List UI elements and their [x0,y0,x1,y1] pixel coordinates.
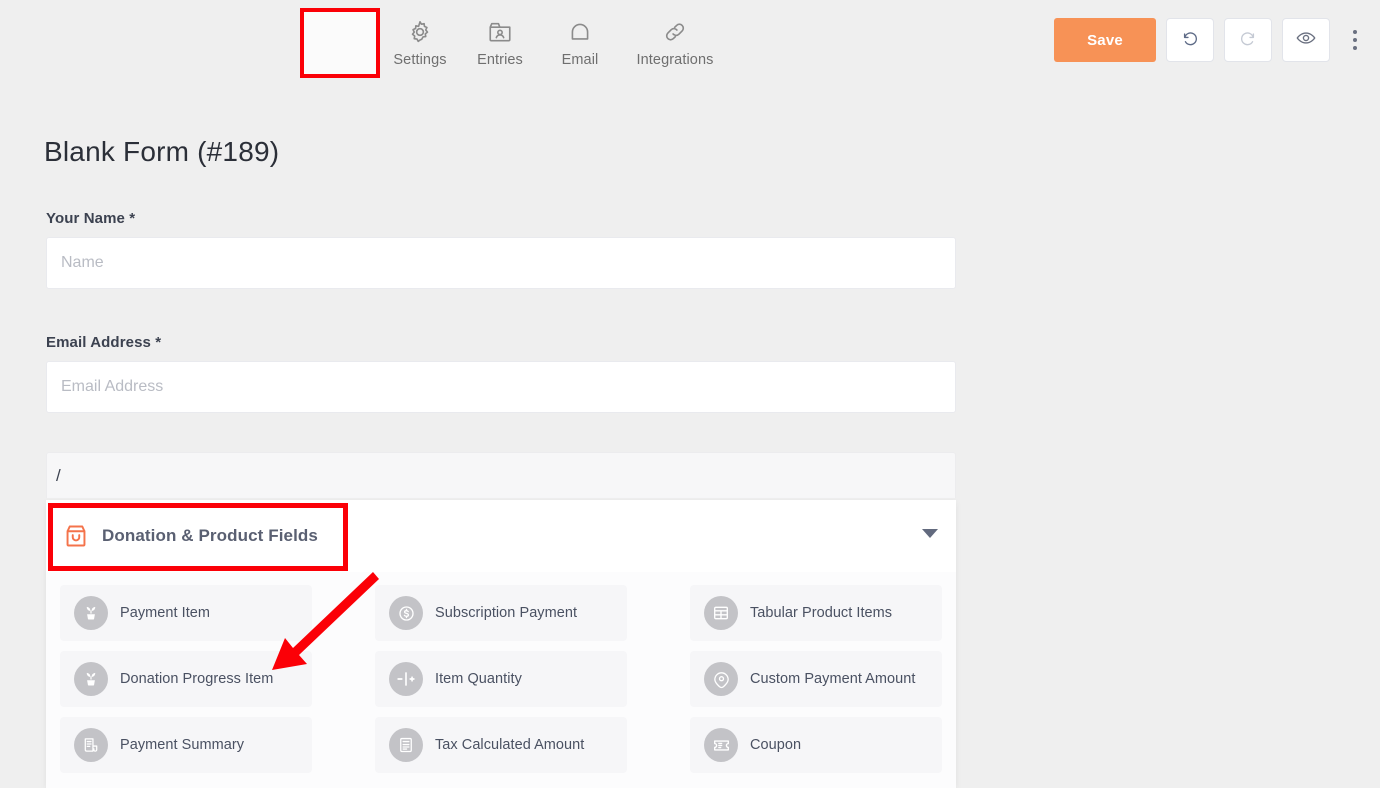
field-card-donation-progress-item[interactable]: Donation Progress Item [60,651,312,707]
field-card-label: Coupon [750,737,801,753]
undo-icon [1180,28,1200,53]
bell-icon [566,18,594,46]
field-group-title: Donation & Product Fields [102,526,318,546]
field-card-tabular-product-items[interactable]: Tabular Product Items [690,585,942,641]
field-card-coupon[interactable]: Coupon [690,717,942,773]
field-card-label: Payment Item [120,605,210,621]
field-card-label: Payment Summary [120,737,244,753]
field-card-subscription-payment[interactable]: Subscription Payment [375,585,627,641]
more-vertical-icon[interactable] [1342,18,1368,62]
field-picker-panel: Donation & Product Fields Payment Item [46,500,956,788]
tab-settings-label: Settings [393,52,446,68]
table-grid-icon [704,596,738,630]
nav-tabs: Editor Settings Entries [300,8,730,74]
price-tag-icon [704,662,738,696]
tab-entries[interactable]: Entries [460,8,540,74]
minus-plus-icon [389,662,423,696]
eye-icon [1295,27,1317,54]
edit-document-icon [326,18,354,46]
tab-settings[interactable]: Settings [380,8,460,74]
tab-editor-label: Editor [321,52,359,68]
kebab-dot [1353,38,1357,42]
redo-icon [1238,28,1258,53]
seedling-icon [74,662,108,696]
tab-email-label: Email [562,52,599,68]
redo-button[interactable] [1224,18,1272,62]
contact-card-icon [486,18,514,46]
tab-integrations-label: Integrations [637,52,714,68]
field-group-header-donation-product[interactable]: Donation & Product Fields [46,500,956,572]
save-button[interactable]: Save [1054,18,1156,62]
field-card-item-quantity[interactable]: Item Quantity [375,651,627,707]
tab-integrations[interactable]: Integrations [620,8,730,74]
field-card-label: Tax Calculated Amount [435,737,584,753]
field-card-label: Custom Payment Amount [750,671,915,687]
top-toolbar: Editor Settings Entries [0,0,1380,86]
field-card-tax-calculated-amount[interactable]: Tax Calculated Amount [375,717,627,773]
tab-email[interactable]: Email [540,8,620,74]
seedling-icon [74,596,108,630]
field-card-label: Donation Progress Item [120,671,273,687]
document-lines-icon [389,728,423,762]
your-name-label: Your Name * [46,210,956,227]
tab-entries-label: Entries [477,52,523,68]
kebab-dot [1353,46,1357,50]
email-address-label: Email Address * [46,334,956,351]
field-search-input[interactable]: / [46,452,956,498]
your-name-input[interactable] [46,237,956,289]
preview-button[interactable] [1282,18,1330,62]
form-field-email-address: Email Address * [46,334,956,413]
gear-icon [406,18,434,46]
field-card-label: Item Quantity [435,671,522,687]
toolbar-actions: Save [1054,18,1368,62]
page-title: Blank Form (#189) [44,136,279,168]
field-card-grid: Payment Item Subscription Payment Tabula… [46,572,956,788]
receipt-icon [74,728,108,762]
field-card-custom-payment-amount[interactable]: Custom Payment Amount [690,651,942,707]
tab-editor[interactable]: Editor [300,8,380,74]
link-icon [661,18,689,46]
form-field-your-name: Your Name * [46,210,956,289]
field-card-payment-summary[interactable]: Payment Summary [60,717,312,773]
email-address-input[interactable] [46,361,956,413]
field-card-payment-item[interactable]: Payment Item [60,585,312,641]
undo-button[interactable] [1166,18,1214,62]
dollar-circle-icon [389,596,423,630]
field-card-label: Tabular Product Items [750,605,892,621]
chevron-down-icon[interactable] [922,529,938,538]
field-card-label: Subscription Payment [435,605,577,621]
kebab-dot [1353,30,1357,34]
shopping-bag-icon [62,522,90,550]
coupon-ticket-icon [704,728,738,762]
